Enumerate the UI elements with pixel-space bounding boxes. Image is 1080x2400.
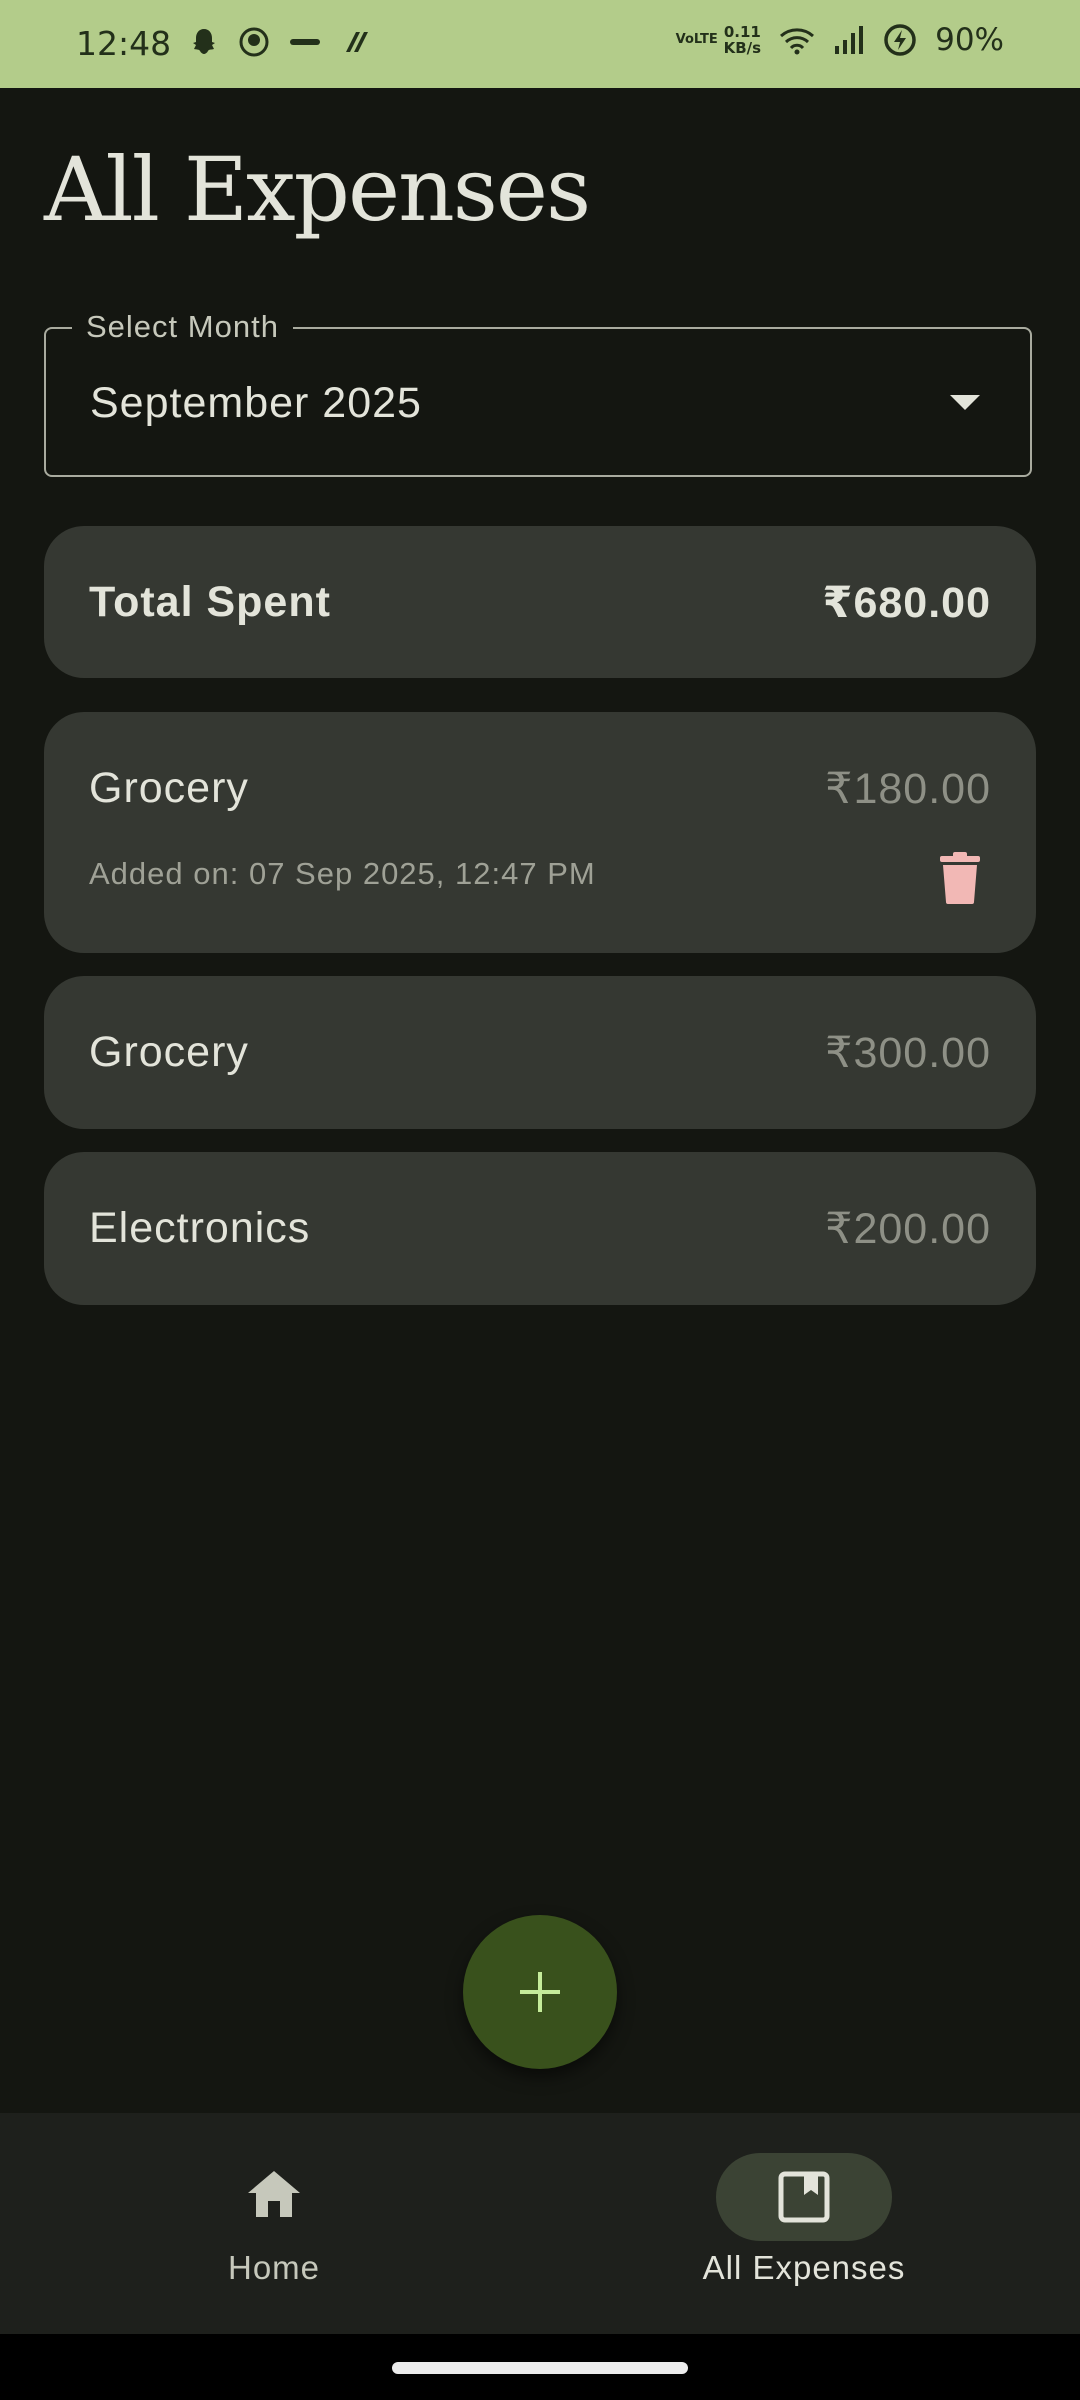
battery-charging-icon (884, 24, 916, 56)
nav-item-all-expenses[interactable]: All Expenses (540, 2113, 1068, 2334)
expense-amount: ₹300.00 (825, 1029, 991, 1077)
status-time: 12:48 (76, 24, 172, 63)
expense-amount: ₹200.00 (825, 1205, 991, 1253)
month-select-label: Select Month (72, 309, 293, 345)
total-spent-amount: ₹680.00 (822, 579, 991, 627)
expense-card[interactable]: Grocery ₹180.00 Added on: 07 Sep 2025, 1… (44, 712, 1036, 953)
notification-icons (188, 26, 372, 58)
wifi-icon (780, 28, 815, 55)
nav-item-home[interactable]: Home (0, 2113, 548, 2334)
nav-label-all-expenses: All Expenses (702, 2249, 906, 2286)
add-expense-button[interactable] (463, 1915, 617, 2069)
expense-category: Grocery (89, 764, 249, 812)
snapchat-icon (193, 29, 215, 54)
expense-added-on: Added on: 07 Sep 2025, 12:47 PM (89, 856, 596, 891)
zomato-icon (290, 39, 320, 45)
expense-card[interactable]: Grocery ₹300.00 (44, 976, 1036, 1129)
network-speed-unit: KB/s (723, 39, 762, 57)
battery-percent: 90% (935, 22, 1004, 58)
expense-category: Grocery (89, 1028, 249, 1076)
plus-icon (520, 1972, 560, 2012)
dropdown-arrow-icon (950, 395, 980, 410)
status-bar: 12:48 VoLTE 0.11 KB/s 90% (0, 0, 1080, 88)
network-speed: 0.11 KB/s (724, 24, 761, 56)
total-spent-label: Total Spent (89, 578, 331, 626)
page-title: All Expenses (44, 138, 591, 241)
delete-icon[interactable] (940, 852, 980, 904)
expense-card[interactable]: Electronics ₹200.00 (44, 1152, 1036, 1305)
bottom-navigation: Home All Expenses (0, 2113, 1080, 2334)
expense-category: Electronics (89, 1204, 311, 1252)
month-select-value: September 2025 (90, 379, 422, 427)
volte-icon: VoLTE (675, 32, 718, 47)
expense-amount: ₹180.00 (825, 765, 991, 813)
app-logo-icon (346, 32, 368, 52)
nav-label-home: Home (227, 2249, 321, 2286)
app-notification-icon (239, 27, 269, 57)
home-gesture-handle[interactable] (392, 2362, 688, 2374)
signal-icon (835, 26, 864, 54)
total-spent-card: Total Spent ₹680.00 (44, 526, 1036, 678)
status-right: VoLTE 0.11 KB/s 90% (676, 22, 1004, 58)
network-speed-value: 0.11 (723, 23, 761, 41)
month-select[interactable]: Select Month September 2025 (44, 309, 1032, 477)
home-icon (248, 2171, 300, 2217)
bookmark-icon (778, 2171, 830, 2223)
